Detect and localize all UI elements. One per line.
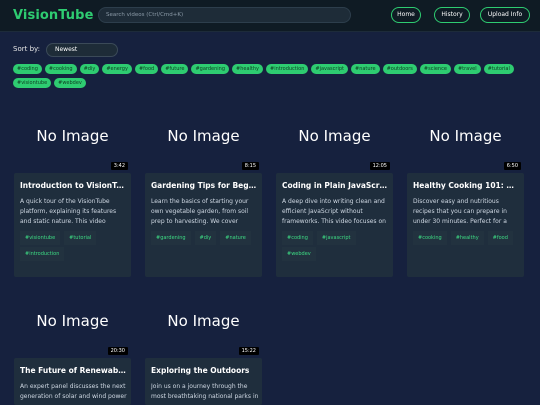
duration-badge: 20:30 bbox=[107, 347, 128, 355]
no-image-placeholder: No Image bbox=[298, 127, 371, 145]
tag-filter[interactable]: #nature bbox=[351, 64, 380, 74]
video-description: Join us on a journey through the most br… bbox=[151, 383, 259, 400]
video-thumbnail[interactable]: No Image 8:15 bbox=[145, 118, 262, 173]
sort-select[interactable]: Newest bbox=[46, 43, 118, 57]
video-description: An expert panel discusses the next gener… bbox=[20, 383, 127, 400]
tag-filter[interactable]: #travel bbox=[453, 64, 481, 74]
duration-badge: 12:05 bbox=[369, 162, 390, 170]
video-card[interactable]: Exploring the Outdoors Join us on a jour… bbox=[145, 358, 262, 405]
tag-filter-list: #coding #cooking #diy #energy #food #fut… bbox=[13, 64, 533, 88]
video-thumbnail[interactable]: No Image 3:42 bbox=[14, 118, 131, 173]
video-tag[interactable]: #javascript bbox=[316, 231, 356, 245]
history-button[interactable]: History bbox=[434, 7, 470, 23]
video-tag[interactable]: #cooking bbox=[413, 231, 447, 245]
video-tag[interactable]: #gardening bbox=[151, 231, 191, 245]
video-tag-list: #visiontube #tutorial #introduction bbox=[20, 231, 128, 263]
no-image-placeholder: No Image bbox=[167, 312, 240, 330]
duration-badge: 6:50 bbox=[503, 162, 521, 170]
tag-filter[interactable]: #future bbox=[161, 64, 189, 74]
sort-label: Sort by: bbox=[13, 45, 41, 53]
tag-filter[interactable]: #cooking bbox=[44, 64, 77, 74]
tag-filter[interactable]: #science bbox=[419, 64, 451, 74]
video-description: Discover easy and nutritious recipes tha… bbox=[413, 198, 507, 225]
duration-badge: 3:42 bbox=[110, 162, 128, 170]
top-bar: VisionTube Home History Upload Info bbox=[0, 0, 540, 32]
video-tag-list: #coding #javascript #webdev bbox=[282, 231, 390, 263]
tag-filter[interactable]: #outdoors bbox=[382, 64, 417, 74]
no-image-placeholder: No Image bbox=[36, 127, 109, 145]
video-thumbnail[interactable]: No Image 20:30 bbox=[14, 303, 131, 358]
video-tag[interactable]: #visiontube bbox=[20, 231, 61, 245]
tag-filter[interactable]: #webdev bbox=[54, 78, 86, 88]
no-image-placeholder: No Image bbox=[429, 127, 502, 145]
video-title[interactable]: Exploring the Outdoors bbox=[151, 366, 257, 375]
video-tag[interactable]: #healthy bbox=[450, 231, 484, 245]
tag-filter[interactable]: #introduction bbox=[266, 64, 309, 74]
tag-filter[interactable]: #gardening bbox=[191, 64, 230, 74]
tag-filter[interactable]: #visiontube bbox=[13, 78, 52, 88]
video-description: Learn the basics of starting your own ve… bbox=[151, 198, 249, 225]
video-card[interactable]: The Future of Renewable E… An expert pan… bbox=[14, 358, 131, 405]
video-thumbnail[interactable]: No Image 12:05 bbox=[276, 118, 393, 173]
upload-info-button[interactable]: Upload Info bbox=[480, 7, 530, 23]
video-title[interactable]: Introduction to VisionTube bbox=[20, 181, 126, 190]
video-card[interactable]: Introduction to VisionTube A quick tour … bbox=[14, 173, 131, 277]
video-card[interactable]: Coding in Plain JavaScript A deep dive i… bbox=[276, 173, 393, 277]
duration-badge: 8:15 bbox=[241, 162, 259, 170]
video-tag[interactable]: #webdev bbox=[282, 247, 316, 261]
tag-filter[interactable]: #diy bbox=[79, 64, 100, 74]
video-thumbnail[interactable]: No Image 15:22 bbox=[145, 303, 262, 358]
video-tag[interactable]: #diy bbox=[194, 231, 217, 245]
tag-filter[interactable]: #healthy bbox=[232, 64, 263, 74]
tag-filter[interactable]: #javascript bbox=[311, 64, 348, 74]
video-tag-list: #gardening #diy #nature bbox=[151, 231, 259, 247]
duration-badge: 15:22 bbox=[238, 347, 259, 355]
video-tag-list: #cooking #healthy #food bbox=[413, 231, 521, 247]
video-thumbnail[interactable]: No Image 6:50 bbox=[407, 118, 524, 173]
no-image-placeholder: No Image bbox=[36, 312, 109, 330]
video-card[interactable]: Gardening Tips for Beginn… Learn the bas… bbox=[145, 173, 262, 277]
video-title[interactable]: Coding in Plain JavaScript bbox=[282, 181, 388, 190]
video-tag[interactable]: #nature bbox=[220, 231, 251, 245]
tag-filter[interactable]: #food bbox=[134, 64, 159, 74]
video-tag[interactable]: #tutorial bbox=[64, 231, 97, 245]
home-button[interactable]: Home bbox=[391, 7, 421, 23]
search-input[interactable] bbox=[98, 7, 351, 23]
no-image-placeholder: No Image bbox=[167, 127, 240, 145]
tag-filter[interactable]: #energy bbox=[102, 64, 132, 74]
video-tag[interactable]: #food bbox=[487, 231, 513, 245]
video-title[interactable]: Healthy Cooking 101: Sim… bbox=[413, 181, 519, 190]
tag-filter[interactable]: #coding bbox=[13, 64, 42, 74]
tag-filter[interactable]: #tutorial bbox=[483, 64, 514, 74]
video-description: A quick tour of the VisionTube platform,… bbox=[20, 198, 117, 225]
app-logo[interactable]: VisionTube bbox=[13, 8, 94, 23]
video-description: A deep dive into writing clean and effic… bbox=[282, 198, 386, 225]
video-tag[interactable]: #coding bbox=[282, 231, 313, 245]
video-title[interactable]: The Future of Renewable E… bbox=[20, 366, 126, 375]
video-tag[interactable]: #introduction bbox=[20, 247, 65, 261]
video-card[interactable]: Healthy Cooking 101: Sim… Discover easy … bbox=[407, 173, 524, 277]
video-title[interactable]: Gardening Tips for Beginn… bbox=[151, 181, 257, 190]
